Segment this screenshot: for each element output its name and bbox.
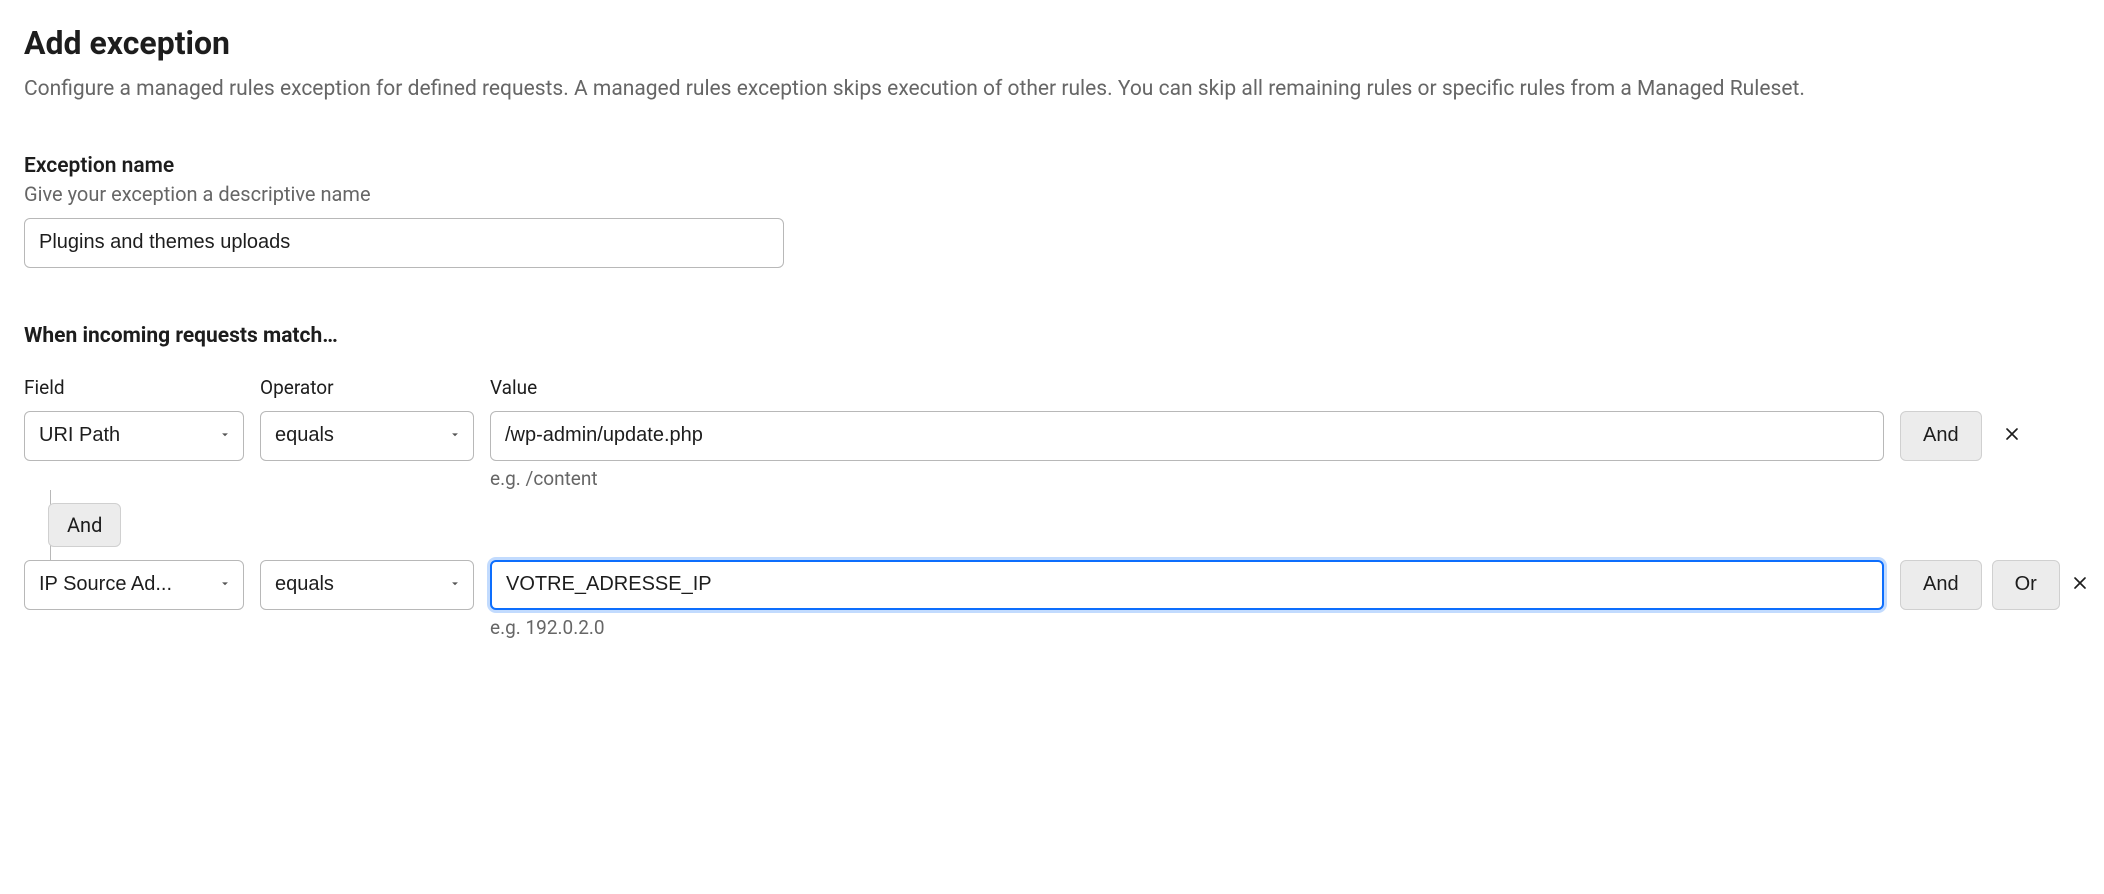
column-value-label: Value (490, 376, 1884, 399)
operator-select-value: equals (275, 573, 334, 596)
and-button[interactable]: And (1900, 560, 1982, 610)
page-title: Add exception (24, 24, 2080, 62)
value-hint: e.g. /content (490, 467, 1884, 490)
connector-label: And (48, 503, 121, 547)
rule-header: Field Operator Value (24, 376, 2080, 399)
rule-row: URI Path equals e.g. /content And (24, 411, 2080, 490)
exception-name-label: Exception name (24, 154, 2080, 178)
value-input[interactable] (490, 411, 1884, 461)
value-input[interactable] (490, 560, 1884, 610)
or-button[interactable]: Or (1992, 560, 2060, 610)
value-hint: e.g. 192.0.2.0 (490, 616, 1884, 639)
column-operator-label: Operator (260, 376, 474, 399)
field-select-value: IP Source Ad... (39, 573, 172, 596)
operator-select[interactable]: equals (260, 560, 474, 610)
rule-row: IP Source Ad... equals e.g. 192.0.2.0 (24, 560, 2080, 639)
close-icon (2002, 424, 2022, 447)
rule-connector: And (24, 490, 2080, 560)
match-section-title: When incoming requests match… (24, 324, 2080, 348)
remove-row-button[interactable] (2070, 560, 2090, 610)
field-select-value: URI Path (39, 424, 120, 447)
page-description: Configure a managed rules exception for … (24, 74, 2080, 106)
remove-row-button[interactable] (1992, 411, 2032, 461)
exception-name-hint: Give your exception a descriptive name (24, 182, 2080, 206)
exception-name-input[interactable] (24, 218, 784, 268)
operator-select-value: equals (275, 424, 334, 447)
operator-select[interactable]: equals (260, 411, 474, 461)
column-field-label: Field (24, 376, 244, 399)
and-button[interactable]: And (1900, 411, 1982, 461)
rule-table: Field Operator Value URI Path equals (24, 376, 2080, 639)
field-select[interactable]: URI Path (24, 411, 244, 461)
close-icon (2070, 573, 2090, 596)
field-select[interactable]: IP Source Ad... (24, 560, 244, 610)
